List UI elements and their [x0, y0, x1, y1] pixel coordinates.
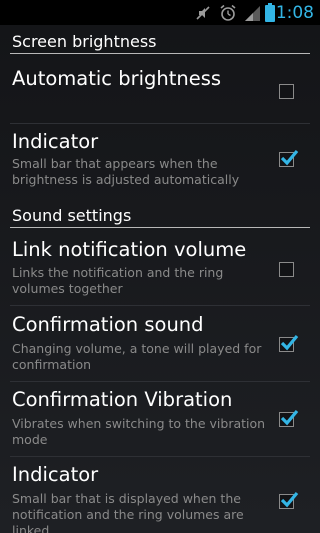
pref-title-automatic-brightness: Automatic brightness	[12, 67, 222, 90]
checkbox-link-notification-volume[interactable]	[279, 262, 294, 277]
row-divider	[10, 381, 310, 382]
status-bar: 1:08	[0, 0, 320, 25]
alarm-icon	[220, 4, 236, 21]
section-header-screen-brightness: Screen brightness	[12, 32, 157, 51]
checkmark-icon	[280, 149, 299, 166]
pref-summary-confirmation-sound: Changing volume, a tone will played for …	[12, 341, 262, 372]
row-divider	[10, 456, 310, 457]
row-divider	[10, 305, 310, 306]
battery-icon	[265, 3, 275, 22]
section-divider	[10, 227, 310, 228]
pref-title-confirmation-sound: Confirmation sound	[12, 313, 204, 336]
signal-icon	[245, 6, 260, 21]
settings-list[interactable]: Screen brightness Automatic brightness I…	[0, 25, 320, 533]
checkmark-icon	[280, 334, 299, 351]
pref-title-brightness-indicator: Indicator	[12, 130, 99, 153]
pref-summary-confirmation-vibration: Vibrates when switching to the vibration…	[12, 416, 266, 447]
checkbox-confirmation-vibration[interactable]	[279, 409, 299, 427]
pref-title-link-notification-volume: Link notification volume	[12, 238, 247, 261]
section-header-sound-settings: Sound settings	[12, 206, 132, 225]
checkbox-volume-indicator[interactable]	[279, 491, 299, 509]
checkbox-brightness-indicator[interactable]	[279, 149, 299, 167]
checkmark-icon	[280, 491, 299, 508]
mute-icon	[196, 6, 210, 20]
section-divider	[10, 53, 310, 54]
pref-summary-link-notification-volume: Links the notification and the ring volu…	[12, 265, 224, 296]
row-divider	[10, 123, 310, 124]
pref-title-confirmation-vibration: Confirmation Vibration	[12, 388, 233, 411]
checkbox-automatic-brightness[interactable]	[279, 84, 294, 99]
pref-summary-volume-indicator: Small bar that is displayed when the not…	[12, 491, 244, 533]
pref-summary-brightness-indicator: Small bar that appears when the brightne…	[12, 156, 240, 187]
status-time: 1:08	[275, 3, 314, 23]
checkmark-icon	[280, 409, 299, 426]
pref-title-volume-indicator: Indicator	[12, 463, 99, 486]
checkbox-confirmation-sound[interactable]	[279, 334, 299, 352]
